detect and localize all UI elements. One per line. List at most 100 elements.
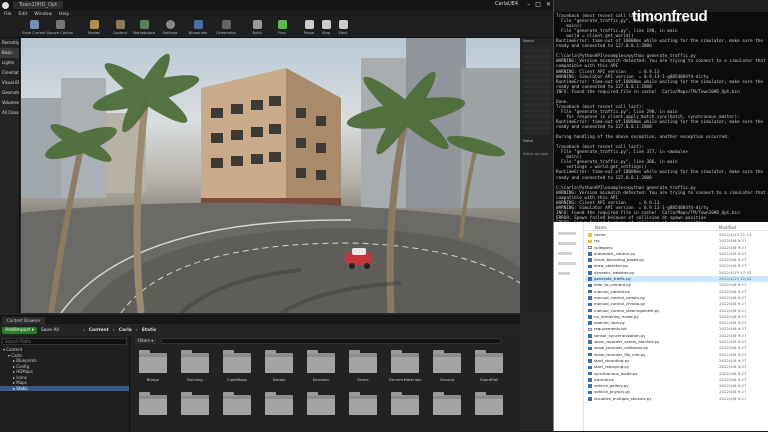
level-viewport[interactable] <box>21 38 520 313</box>
menu-file[interactable]: File <box>4 12 12 17</box>
source-control-button[interactable]: Source Control <box>47 18 73 38</box>
asset-folder[interactable] <box>135 392 171 428</box>
modes-button[interactable]: Modes <box>82 18 106 38</box>
explorer-file-list: cache 2022/4/13 21:14 rss 2022/4/6 9:27 cple… <box>585 232 768 402</box>
breadcrumb-content[interactable]: Content <box>89 328 109 333</box>
asset-folder[interactable]: Building <box>177 350 213 386</box>
filters-button[interactable]: Filters ▾ <box>135 338 157 344</box>
folder-icon <box>349 350 377 373</box>
asset-folder[interactable] <box>345 392 381 428</box>
menu-help[interactable]: Help <box>59 12 69 17</box>
asset-folder[interactable]: GenericMaterials <box>387 350 423 386</box>
folder-icon <box>307 350 335 373</box>
python-file-icon <box>588 397 592 401</box>
category-cinematic[interactable]: Cinematic <box>0 68 19 78</box>
asset-folder[interactable] <box>177 392 213 428</box>
editor-toolbar: Save Current Source Control Modes Conten… <box>0 18 553 38</box>
folder-icon <box>588 239 592 244</box>
python-file-icon <box>588 296 592 300</box>
outliner-header: World <box>523 38 534 43</box>
file-row[interactable]: visualize_multiple_sensors.py 2022/4/6 9:… <box>585 396 768 402</box>
menu-window[interactable]: Window <box>34 12 52 17</box>
asset-folder[interactable]: Dynamic <box>303 350 339 386</box>
details-hint: Select an obje <box>523 152 548 156</box>
category-basic[interactable]: Basic <box>0 48 19 58</box>
content-icon <box>115 20 125 29</box>
asset-folder[interactable] <box>219 392 255 428</box>
menu-edit[interactable]: Edit <box>19 12 28 17</box>
category-recently-placed[interactable]: Recently Placed <box>0 38 19 48</box>
cinematics-icon <box>221 20 231 29</box>
terminal-output: Traceback (most recent call last): File … <box>556 14 767 222</box>
tree-node[interactable]: ▸ Static <box>0 385 129 391</box>
asset-folder-label: Building <box>187 377 203 382</box>
city-scene-render <box>21 38 520 313</box>
asset-folder[interactable] <box>387 392 423 428</box>
play-icon <box>277 20 287 29</box>
search-assets-input[interactable] <box>161 338 501 344</box>
breadcrumb-sep-icon: › <box>82 327 85 333</box>
folder-icon <box>265 350 293 373</box>
cinematics-button[interactable]: Cinematics <box>214 18 238 38</box>
content-button[interactable]: Content <box>108 18 132 38</box>
category-all-classes[interactable]: All Classes <box>0 108 19 118</box>
asset-folder[interactable] <box>303 392 339 428</box>
python-file-icon <box>588 359 592 363</box>
world-outliner-panel: World Detai Select an obje <box>521 38 553 313</box>
search-paths-input[interactable]: Search Paths <box>2 338 127 345</box>
blueprints-button[interactable]: Blueprints <box>186 18 210 38</box>
breadcrumb-static[interactable]: Static <box>142 328 157 333</box>
terminal-line: WARNING: Version mismatch detected: You … <box>556 190 766 196</box>
asset-folder[interactable] <box>261 392 297 428</box>
category-lights[interactable]: Lights <box>0 58 19 68</box>
build-icon <box>252 20 262 29</box>
asset-folder[interactable]: Decals <box>261 350 297 386</box>
asset-folder[interactable]: Ground <box>429 350 465 386</box>
category-volumes[interactable]: Volumes <box>0 98 19 108</box>
content-browser-tabbar: Content Browser <box>0 316 520 324</box>
folder-icon <box>433 392 461 415</box>
explorer-nav-pane <box>554 222 584 431</box>
python-file-icon <box>588 258 592 262</box>
asset-folder[interactable]: GuardRail <box>471 350 507 386</box>
minimize-button[interactable]: – <box>527 1 530 8</box>
asset-folder[interactable] <box>471 392 507 428</box>
python-file-icon <box>588 283 592 288</box>
asset-folder-label: GuardRail <box>479 377 499 382</box>
python-file-icon <box>588 340 592 344</box>
folder-icon <box>349 392 377 415</box>
close-button[interactable]: ✕ <box>546 1 551 8</box>
save-current-button[interactable]: Save Current <box>22 18 46 38</box>
python-file-icon <box>588 365 592 370</box>
folder-icon <box>223 350 251 373</box>
column-name[interactable]: Name <box>595 225 607 230</box>
breadcrumb-carla[interactable]: Carla <box>119 328 132 333</box>
category-geometry[interactable]: Geometry <box>0 88 19 98</box>
maximize-button[interactable]: □ <box>535 1 541 8</box>
window-controls: – □ ✕ <box>527 1 551 8</box>
folder-icon <box>139 392 167 415</box>
asset-folder[interactable]: Bridge <box>135 350 171 386</box>
details-tab[interactable]: Detai <box>523 138 533 143</box>
content-browser-tab[interactable]: Content Browser <box>2 317 46 324</box>
build-button[interactable]: Build <box>245 18 269 38</box>
asset-folder[interactable] <box>429 392 465 428</box>
asset-folder[interactable]: CubeMaps <box>219 350 255 386</box>
save-all-button[interactable]: Save All <box>41 328 59 333</box>
eject-button[interactable]: Eject <box>331 18 355 38</box>
play-button[interactable]: Play <box>270 18 294 38</box>
folder-icon <box>223 392 251 415</box>
add-import-button[interactable]: Add/Import ▾ <box>2 326 37 334</box>
folder-tree: Search Paths ▾ Content ▾ Carla ▸ Blueprint… <box>0 336 130 432</box>
outliner-list[interactable] <box>523 46 551 134</box>
level-tab[interactable]: Town10HD_Opt <box>13 1 64 9</box>
content-browser: Content Browser Add/Import ▾ Save All › … <box>0 315 520 432</box>
marketplace-button[interactable]: Marketplace <box>132 18 156 38</box>
file-icon <box>588 327 592 332</box>
folder-icon <box>475 350 503 373</box>
category-visual-effects[interactable]: Visual Effects <box>0 78 19 88</box>
asset-folder[interactable]: Fence <box>345 350 381 386</box>
settings-button[interactable]: Settings <box>158 18 182 38</box>
column-modified[interactable]: Modified <box>719 225 736 230</box>
folder-icon <box>433 350 461 373</box>
